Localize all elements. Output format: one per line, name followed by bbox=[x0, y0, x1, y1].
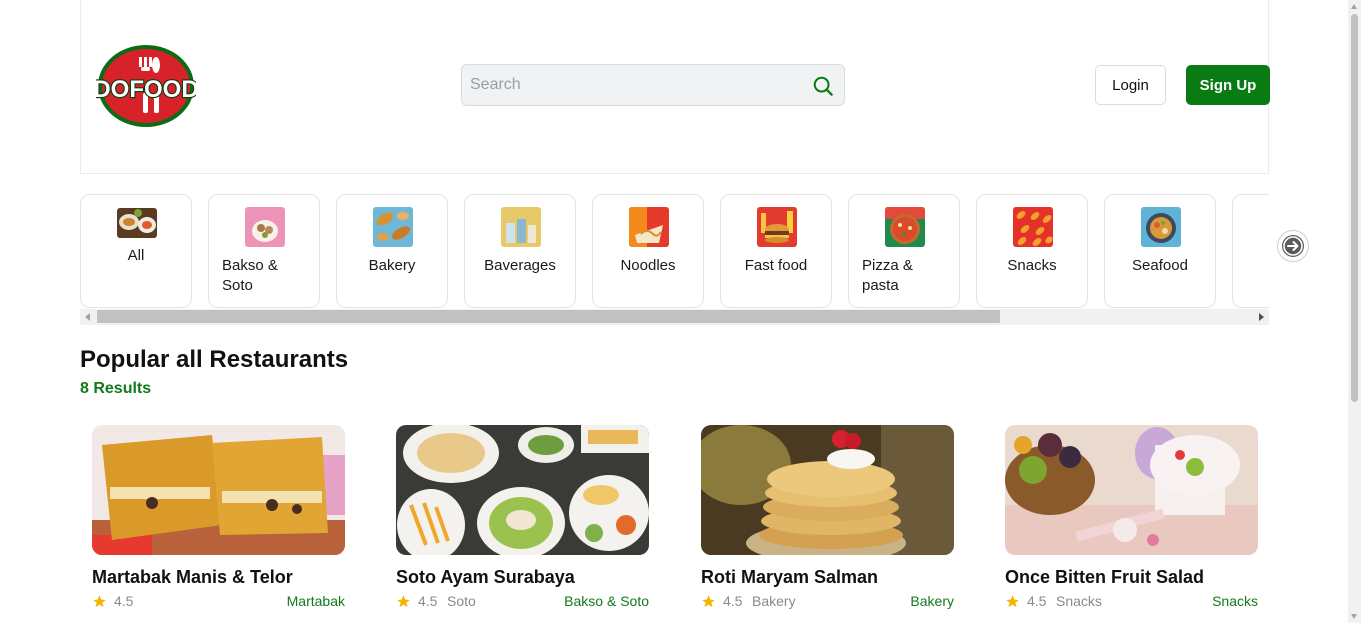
fast-food-icon bbox=[757, 207, 797, 247]
signup-button[interactable]: Sign Up bbox=[1186, 65, 1270, 105]
restaurant-name[interactable]: Martabak Manis & Telor bbox=[92, 567, 293, 588]
category-pizza-pasta[interactable]: Pizza & pasta bbox=[848, 194, 960, 308]
noodles-icon bbox=[629, 207, 669, 247]
restaurant-name[interactable]: Once Bitten Fruit Salad bbox=[1005, 567, 1204, 588]
search-icon[interactable] bbox=[812, 75, 834, 97]
category-fast-food[interactable]: Fast food bbox=[720, 194, 832, 308]
all-food-icon bbox=[117, 208, 157, 238]
star-icon bbox=[93, 595, 106, 608]
page-scroll-thumb[interactable] bbox=[1351, 14, 1358, 402]
restaurant-name[interactable]: Soto Ayam Surabaya bbox=[396, 567, 575, 588]
restaurant-card[interactable]: Martabak Manis & Telor 4.5 Martabak bbox=[92, 425, 345, 623]
results-count: 8 Results bbox=[80, 380, 152, 397]
bakso-soto-icon bbox=[245, 207, 285, 247]
scroll-up-arrow-icon[interactable] bbox=[1351, 4, 1357, 9]
category-snacks[interactable]: Snacks bbox=[976, 194, 1088, 308]
section-title: Popular all Restaurants bbox=[80, 346, 349, 373]
category-beverages[interactable]: Baverages bbox=[464, 194, 576, 308]
restaurant-rating: 4.5 bbox=[418, 593, 438, 609]
dofood-logo[interactable]: DOFOOD bbox=[92, 43, 200, 129]
category-bakso-soto[interactable]: Bakso & Soto bbox=[208, 194, 320, 308]
category-label: Snacks bbox=[1007, 257, 1057, 274]
restaurant-rating: 4.5 bbox=[1027, 593, 1047, 609]
restaurant-rating: 4.5 bbox=[114, 593, 134, 609]
restaurant-card[interactable]: Once Bitten Fruit Salad 4.5 Snacks Snack… bbox=[1005, 425, 1258, 623]
seafood-icon bbox=[1141, 207, 1181, 247]
login-button[interactable]: Login bbox=[1095, 65, 1166, 105]
category-all[interactable]: All bbox=[80, 194, 192, 308]
category-label: Bakery bbox=[368, 257, 416, 274]
site-header: DOFOOD Login Sign Up bbox=[80, 0, 1270, 174]
scroll-down-arrow-icon[interactable] bbox=[1351, 614, 1357, 619]
restaurant-card[interactable]: Roti Maryam Salman 4.5 Bakery Bakery bbox=[701, 425, 954, 623]
category-noodles[interactable]: Noodles bbox=[592, 194, 704, 308]
star-icon bbox=[397, 595, 410, 608]
restaurant-name[interactable]: Roti Maryam Salman bbox=[701, 567, 878, 588]
category-seafood[interactable]: Seafood bbox=[1104, 194, 1216, 308]
category-next-partial[interactable] bbox=[1232, 194, 1269, 308]
restaurant-category-tag: Snacks bbox=[1212, 593, 1258, 609]
restaurant-category-tag: Bakery bbox=[910, 593, 954, 609]
search-bar bbox=[461, 64, 845, 106]
restaurant-photo[interactable] bbox=[1005, 425, 1258, 555]
category-label: Noodles bbox=[620, 257, 676, 274]
category-horizontal-scrollbar[interactable] bbox=[80, 309, 1269, 325]
snacks-icon bbox=[1013, 207, 1053, 247]
bakery-icon bbox=[373, 207, 413, 247]
category-carousel: All Bakso & Soto Bakery Baverages Noodle… bbox=[80, 190, 1269, 310]
restaurant-rating: 4.5 bbox=[723, 593, 743, 609]
scroll-left-arrow-icon[interactable] bbox=[85, 313, 90, 321]
category-label: Baverages bbox=[484, 257, 556, 274]
category-label: Bakso & Soto bbox=[222, 257, 278, 294]
arrow-right-circle-icon bbox=[1282, 235, 1304, 257]
horizontal-scroll-thumb[interactable] bbox=[97, 310, 1000, 323]
category-bakery[interactable]: Bakery bbox=[336, 194, 448, 308]
restaurant-category-tag: Bakso & Soto bbox=[564, 593, 649, 609]
category-label: Seafood bbox=[1132, 257, 1188, 274]
restaurant-subcategory: Snacks bbox=[1056, 593, 1102, 609]
restaurant-category-tag: Martabak bbox=[286, 593, 345, 609]
star-icon bbox=[702, 595, 715, 608]
category-label: Pizza & pasta bbox=[862, 257, 913, 294]
category-label: All bbox=[127, 247, 145, 264]
restaurant-subcategory: Soto bbox=[447, 593, 476, 609]
page-scrollbar[interactable] bbox=[1348, 0, 1361, 623]
pizza-pasta-icon bbox=[885, 207, 925, 247]
restaurant-photo[interactable] bbox=[396, 425, 649, 555]
carousel-next-button[interactable] bbox=[1277, 230, 1309, 262]
restaurant-photo[interactable] bbox=[92, 425, 345, 555]
svg-text:DOFOOD: DOFOOD bbox=[96, 76, 196, 103]
restaurant-photo[interactable] bbox=[701, 425, 954, 555]
search-input[interactable] bbox=[470, 65, 800, 105]
restaurant-card[interactable]: Soto Ayam Surabaya 4.5 Soto Bakso & Soto bbox=[396, 425, 649, 623]
beverages-icon bbox=[501, 207, 541, 247]
star-icon bbox=[1006, 595, 1019, 608]
restaurant-subcategory: Bakery bbox=[752, 593, 796, 609]
scroll-right-arrow-icon[interactable] bbox=[1259, 313, 1264, 321]
category-label: Fast food bbox=[744, 257, 808, 274]
